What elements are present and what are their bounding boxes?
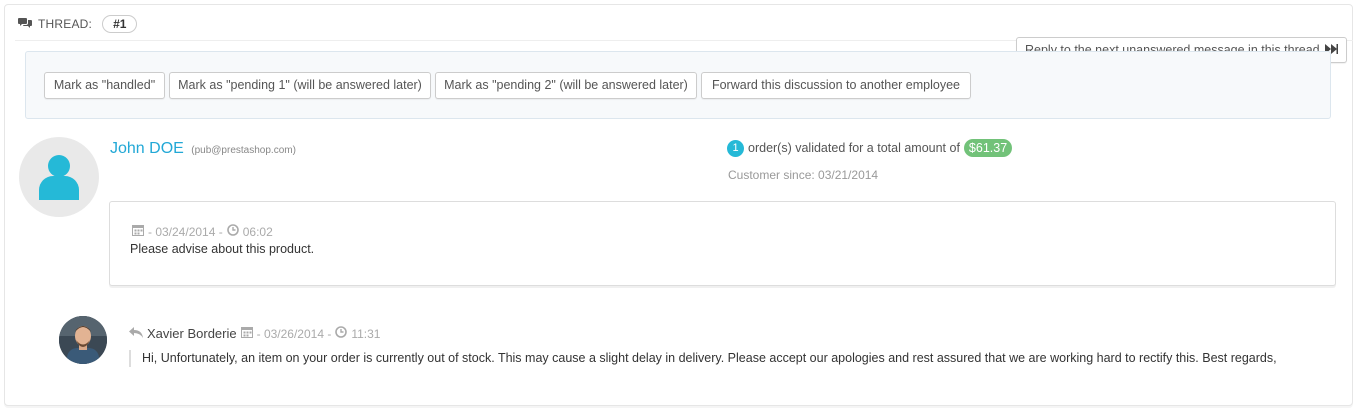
orders-count-badge: 1: [727, 139, 744, 157]
reply-author: Xavier Borderie: [147, 326, 237, 341]
message-meta: - 03/24/2014 - 06:02: [132, 224, 273, 239]
calendar-icon: [240, 326, 253, 341]
comments-icon: [18, 17, 32, 32]
clock-icon: [335, 326, 348, 341]
clock-icon: [226, 224, 239, 239]
message-time: 06:02: [242, 224, 273, 239]
reply-date: - 03/26/2014 -: [256, 326, 332, 341]
customer-message: - 03/24/2014 - 06:02 Please advise about…: [109, 201, 1336, 286]
thread-label: THREAD:: [38, 17, 93, 31]
customer-name-block: John DOE (pub@prestashop.com): [110, 140, 296, 158]
forward-discussion-button[interactable]: Forward this discussion to another emplo…: [701, 72, 971, 99]
mark-pending-2-button[interactable]: Mark as "pending 2" (will be answered la…: [435, 72, 697, 99]
mark-handled-button[interactable]: Mark as "handled": [44, 72, 165, 99]
mark-pending-1-button[interactable]: Mark as "pending 1" (will be answered la…: [169, 72, 431, 99]
customer-name-link[interactable]: John DOE: [110, 140, 184, 157]
thread-actions-box: Mark as "handled" Mark as "pending 1" (w…: [25, 51, 1331, 119]
employee-avatar: [59, 316, 107, 364]
message-text: Please advise about this product.: [130, 242, 315, 256]
reply-text: Hi, Unfortunately, an item on your order…: [129, 350, 1277, 367]
thread-number-badge: #1: [102, 15, 138, 33]
thread-header: THREAD: #1: [18, 15, 138, 33]
orders-text: order(s) validated for a total amount of: [748, 141, 960, 155]
customer-avatar: [19, 137, 99, 217]
reply-meta: Xavier Borderie - 03/26/2014 - 11:31: [129, 326, 380, 341]
orders-total-badge: $61.37: [963, 139, 1013, 157]
user-icon: [37, 154, 81, 203]
customer-orders-summary: 1 order(s) validated for a total amount …: [727, 139, 1013, 157]
reply-time: 11:31: [351, 326, 381, 341]
customer-email: (pub@prestashop.com): [191, 145, 296, 156]
calendar-icon: [132, 224, 144, 239]
message-date: - 03/24/2014 -: [148, 224, 223, 239]
customer-since: Customer since: 03/21/2014: [728, 168, 879, 182]
reply-arrow-icon: [129, 326, 143, 341]
